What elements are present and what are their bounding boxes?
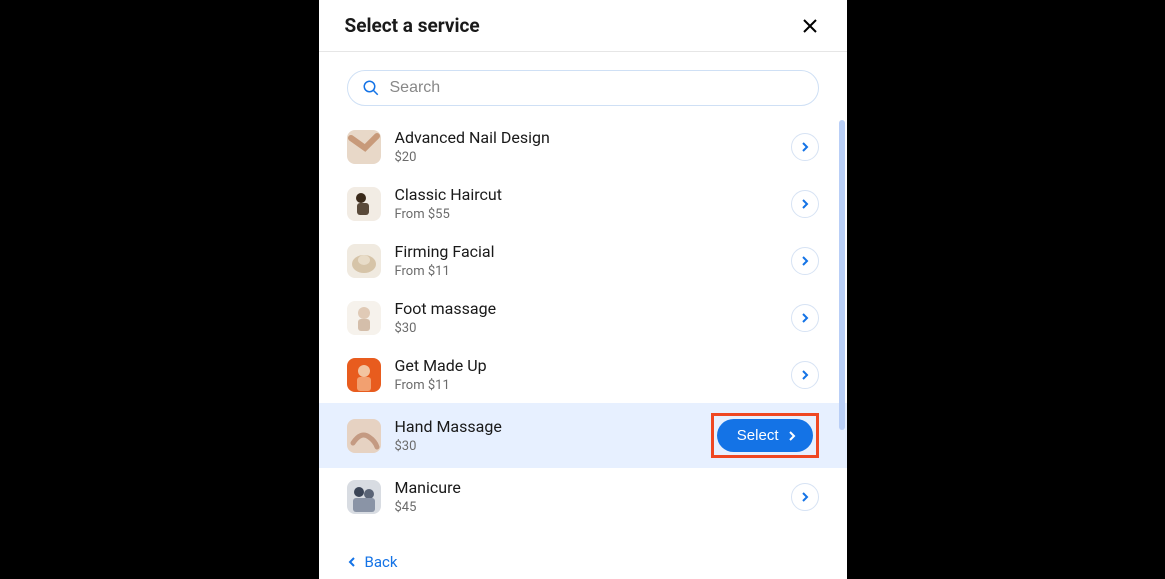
scrollbar[interactable] xyxy=(839,120,845,430)
service-open-button[interactable] xyxy=(791,483,819,511)
chevron-left-icon xyxy=(347,557,357,567)
service-select-panel: Select a service Advanced Nail Design $2… xyxy=(319,0,847,579)
chevron-right-icon xyxy=(800,370,810,380)
service-name: Firming Facial xyxy=(395,242,777,262)
service-price: From $11 xyxy=(395,378,777,393)
service-name: Foot massage xyxy=(395,299,777,319)
service-info: Hand Massage $30 xyxy=(395,417,697,454)
service-info: Get Made Up From $11 xyxy=(395,356,777,393)
search-box[interactable] xyxy=(347,70,819,106)
service-price: From $55 xyxy=(395,207,777,222)
service-thumb xyxy=(347,130,381,164)
select-button[interactable]: Select xyxy=(717,419,813,452)
back-button[interactable]: Back xyxy=(347,553,398,571)
service-thumb xyxy=(347,419,381,453)
service-name: Manicure xyxy=(395,478,777,498)
service-name: Advanced Nail Design xyxy=(395,128,777,148)
service-open-button[interactable] xyxy=(791,133,819,161)
service-open-button[interactable] xyxy=(791,304,819,332)
service-open-button[interactable] xyxy=(791,361,819,389)
panel-title: Select a service xyxy=(345,14,480,37)
service-item[interactable]: Firming Facial From $11 xyxy=(319,232,847,289)
service-list-scroll[interactable]: Advanced Nail Design $20 Classic Haircut… xyxy=(319,114,847,579)
service-item[interactable]: Foot massage $30 xyxy=(319,289,847,346)
service-thumb xyxy=(347,301,381,335)
service-item[interactable]: Get Made Up From $11 xyxy=(319,346,847,403)
service-info: Firming Facial From $11 xyxy=(395,242,777,279)
service-thumb xyxy=(347,480,381,514)
service-info: Advanced Nail Design $20 xyxy=(395,128,777,165)
service-price: $20 xyxy=(395,150,777,165)
select-button-label: Select xyxy=(737,427,779,444)
service-item[interactable]: Classic Haircut From $55 xyxy=(319,175,847,232)
chevron-right-icon xyxy=(800,492,810,502)
service-item[interactable]: Advanced Nail Design $20 xyxy=(319,118,847,175)
service-name: Get Made Up xyxy=(395,356,777,376)
service-thumb xyxy=(347,244,381,278)
service-name: Classic Haircut xyxy=(395,185,777,205)
search-icon xyxy=(362,79,380,97)
service-list: Advanced Nail Design $20 Classic Haircut… xyxy=(319,114,847,533)
chevron-right-icon xyxy=(800,199,810,209)
chevron-right-icon xyxy=(787,431,797,441)
chevron-right-icon xyxy=(800,142,810,152)
back-label: Back xyxy=(365,553,398,571)
close-icon xyxy=(802,18,818,34)
service-item[interactable]: Hand Massage $30 Select xyxy=(319,403,847,468)
highlight-annotation: Select xyxy=(711,413,819,458)
service-price: $45 xyxy=(395,500,777,515)
service-thumb xyxy=(347,358,381,392)
chevron-right-icon xyxy=(800,313,810,323)
service-open-button[interactable] xyxy=(791,247,819,275)
close-button[interactable] xyxy=(799,15,821,37)
service-price: From $11 xyxy=(395,264,777,279)
search-input[interactable] xyxy=(390,79,804,97)
search-wrap xyxy=(319,52,847,114)
service-name: Hand Massage xyxy=(395,417,697,437)
service-info: Classic Haircut From $55 xyxy=(395,185,777,222)
chevron-right-icon xyxy=(800,256,810,266)
service-price: $30 xyxy=(395,439,697,454)
service-thumb xyxy=(347,187,381,221)
service-open-button[interactable] xyxy=(791,190,819,218)
service-item[interactable]: Manicure $45 xyxy=(319,468,847,525)
service-info: Manicure $45 xyxy=(395,478,777,515)
service-price: $30 xyxy=(395,321,777,336)
service-info: Foot massage $30 xyxy=(395,299,777,336)
panel-header: Select a service xyxy=(319,0,847,52)
